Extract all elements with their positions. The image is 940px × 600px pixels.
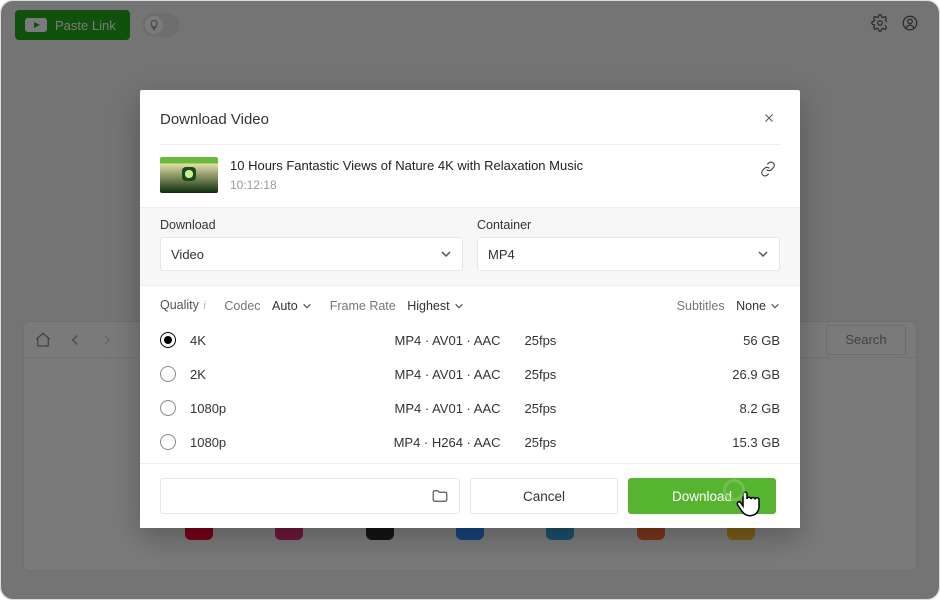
download-type-select[interactable]: Download Video xyxy=(160,218,463,271)
container-select[interactable]: Container MP4 xyxy=(477,218,780,271)
video-title: 10 Hours Fantastic Views of Nature 4K wi… xyxy=(230,157,748,175)
chevron-down-icon xyxy=(302,301,312,311)
quality-row[interactable]: 4K MP4 · AV01 · AAC 25fps 56 GB xyxy=(160,323,780,357)
codec-value: Auto xyxy=(272,299,298,313)
quality-value: 1080p xyxy=(190,435,240,450)
modal-overlay: Download Video 10 Hours Fantastic Views … xyxy=(1,1,939,599)
quality-value: 1080p xyxy=(190,401,240,416)
subtitles-filter[interactable]: Subtitles None xyxy=(677,299,780,313)
quality-row[interactable]: 1080p MP4 · H264 · AAC 25fps 15.3 GB xyxy=(160,425,780,459)
download-button-label: Download xyxy=(672,489,732,504)
quality-value: 4K xyxy=(190,333,240,348)
quality-value: 2K xyxy=(190,367,240,382)
modal-close-button[interactable] xyxy=(758,108,780,130)
codec-value: MP4 · AV01 · AAC xyxy=(346,401,501,416)
video-thumbnail xyxy=(160,157,218,193)
fps-value: 25fps xyxy=(525,333,585,348)
codec-value: MP4 · AV01 · AAC xyxy=(346,367,501,382)
quality-label: Quality xyxy=(160,298,199,312)
link-icon xyxy=(760,165,776,180)
app-frame: Paste Link xyxy=(0,0,940,600)
folder-icon xyxy=(431,487,449,505)
size-value: 15.3 GB xyxy=(690,435,780,450)
quality-list: 4K MP4 · AV01 · AAC 25fps 56 GB 2K MP4 · AV01… xyxy=(140,323,800,459)
modal-title: Download Video xyxy=(160,111,269,128)
subtitles-value: None xyxy=(736,299,766,313)
radio-icon xyxy=(160,332,176,348)
close-icon xyxy=(762,111,776,128)
quality-row[interactable]: 2K MP4 · AV01 · AAC 25fps 26.9 GB xyxy=(160,357,780,391)
open-source-link[interactable] xyxy=(760,161,780,181)
codec-filter[interactable]: Codec Auto xyxy=(224,299,311,313)
framerate-value: Highest xyxy=(407,299,449,313)
info-icon[interactable]: i xyxy=(203,298,206,312)
fps-value: 25fps xyxy=(525,367,585,382)
framerate-filter[interactable]: Frame Rate Highest xyxy=(330,299,464,313)
subtitles-label: Subtitles xyxy=(677,299,725,313)
save-path-input[interactable] xyxy=(160,478,460,514)
quality-row[interactable]: 1080p MP4 · AV01 · AAC 25fps 8.2 GB xyxy=(160,391,780,425)
download-type-label: Download xyxy=(160,218,463,232)
cancel-button[interactable]: Cancel xyxy=(470,478,618,514)
framerate-label: Frame Rate xyxy=(330,299,396,313)
size-value: 56 GB xyxy=(690,333,780,348)
codec-label: Codec xyxy=(224,299,260,313)
radio-icon xyxy=(160,434,176,450)
container-value: MP4 xyxy=(488,247,515,262)
radio-icon xyxy=(160,400,176,416)
download-modal: Download Video 10 Hours Fantastic Views … xyxy=(140,90,800,528)
chevron-down-icon xyxy=(770,301,780,311)
chevron-down-icon xyxy=(454,301,464,311)
cursor-hand-icon xyxy=(731,487,767,523)
size-value: 26.9 GB xyxy=(690,367,780,382)
video-duration: 10:12:18 xyxy=(230,178,748,192)
codec-value: MP4 · H264 · AAC xyxy=(346,435,501,450)
size-value: 8.2 GB xyxy=(690,401,780,416)
radio-icon xyxy=(160,366,176,382)
cancel-label: Cancel xyxy=(523,489,565,504)
fps-value: 25fps xyxy=(525,401,585,416)
chevron-down-icon xyxy=(440,248,452,260)
download-button[interactable]: Download xyxy=(628,478,776,514)
download-type-value: Video xyxy=(171,247,204,262)
fps-value: 25fps xyxy=(525,435,585,450)
container-label: Container xyxy=(477,218,780,232)
chevron-down-icon xyxy=(757,248,769,260)
codec-value: MP4 · AV01 · AAC xyxy=(346,333,501,348)
